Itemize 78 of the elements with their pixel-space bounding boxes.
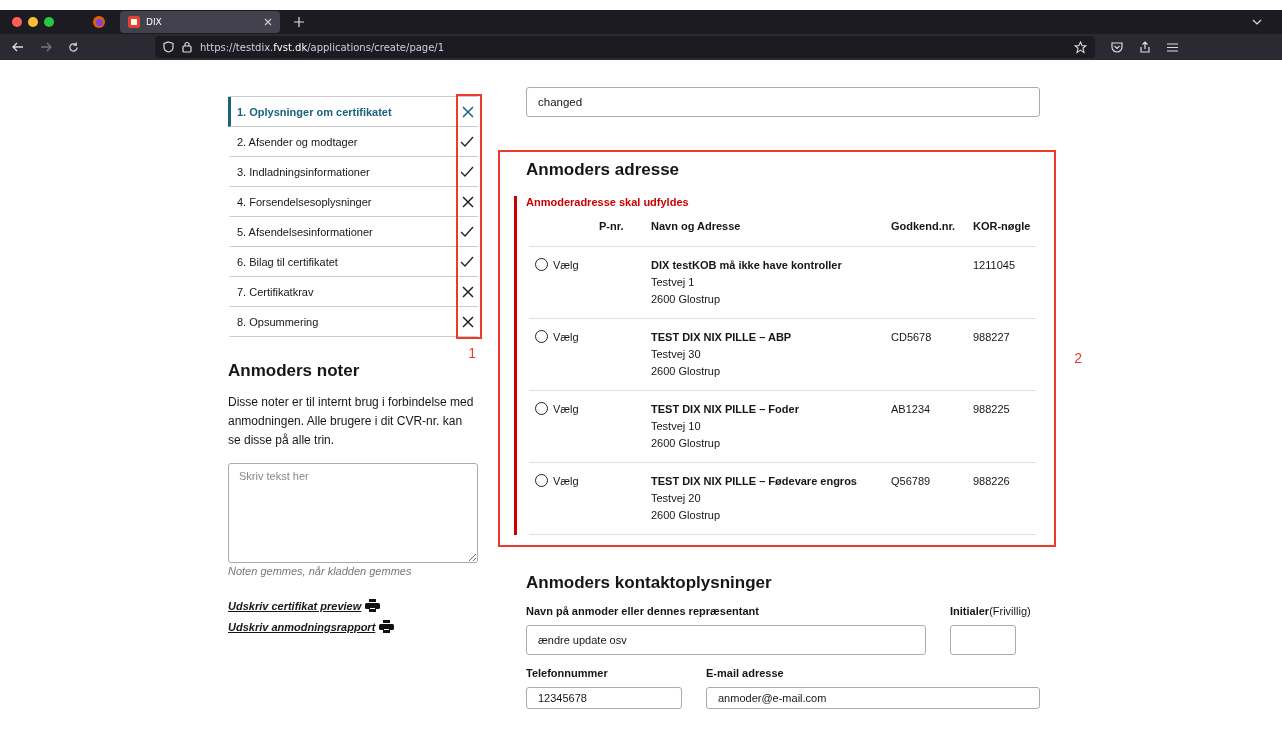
tab-title: DIX bbox=[146, 17, 162, 27]
radio-option[interactable]: Vælg bbox=[529, 257, 599, 273]
lock-icon bbox=[182, 41, 192, 53]
postal-city: 2600 Glostrup bbox=[651, 364, 722, 379]
table-cell: Q56789 bbox=[891, 475, 931, 487]
field-label: Initialer(Frivillig) bbox=[950, 605, 1032, 617]
step-item[interactable]: 1. Oplysninger om certifikatet bbox=[228, 97, 478, 127]
street-address: Testvej 20 bbox=[651, 491, 702, 506]
menu-icon[interactable] bbox=[1167, 42, 1178, 52]
browser-tab[interactable]: DIX bbox=[120, 11, 280, 33]
address-bar[interactable]: https://testdix.fvst.dk/applications/create/page/1 bbox=[155, 36, 1095, 58]
section-heading: Anmoders adresse bbox=[526, 160, 681, 180]
chevron-down-icon[interactable] bbox=[1252, 19, 1262, 25]
company-name: TEST DIX NIX PILLE – Fødevare engros bbox=[651, 474, 858, 489]
postal-city: 2600 Glostrup bbox=[651, 436, 722, 451]
step-item[interactable]: 3. Indladningsinformationer bbox=[228, 157, 478, 187]
forward-arrow-icon[interactable] bbox=[40, 42, 52, 52]
annotation-number: 1 bbox=[467, 345, 477, 361]
shield-icon bbox=[163, 41, 174, 53]
field-label: Telefonnummer bbox=[526, 667, 609, 679]
back-arrow-icon[interactable] bbox=[12, 42, 24, 52]
printer-icon[interactable] bbox=[379, 620, 395, 633]
notes-hint: Noten gemmes, når kladden gemmes bbox=[228, 565, 413, 577]
step-item[interactable]: 2. Afsender og modtager bbox=[228, 127, 478, 157]
share-icon[interactable] bbox=[1139, 41, 1151, 53]
pocket-icon[interactable] bbox=[1111, 41, 1123, 53]
close-window-button[interactable] bbox=[12, 17, 22, 27]
section-heading: Anmoders noter bbox=[228, 361, 361, 381]
company-name: DIX testKOB må ikke have kontroller bbox=[651, 258, 843, 273]
print-link[interactable]: Udskriv anmodningsrapport bbox=[228, 620, 376, 633]
notes-description: Disse noter er til internt brug i forbindelse med anmodningen. Alle brugere i dit CVR-nr. kan se disse på alle trin. bbox=[228, 394, 475, 449]
error-message: Anmoderadresse skal udfyldes bbox=[526, 196, 690, 208]
company-name: TEST DIX NIX PILLE – Foder bbox=[651, 402, 800, 417]
field-label: E-mail adresse bbox=[706, 667, 785, 679]
step-item[interactable]: 6. Bilag til certifikatet bbox=[228, 247, 478, 277]
step-item[interactable]: 5. Afsendelsesinformationer bbox=[228, 217, 478, 247]
step-item[interactable]: 4. Forsendelsesoplysninger bbox=[228, 187, 478, 217]
table-cell: AB1234 bbox=[891, 403, 931, 415]
minimize-window-button[interactable] bbox=[28, 17, 38, 27]
field-label: Navn på anmoder eller dennes repræsentant bbox=[526, 605, 760, 617]
annotation-number: 2 bbox=[1074, 350, 1082, 366]
browser-logo-icon bbox=[92, 15, 106, 29]
notes-textarea[interactable]: Skriv tekst her bbox=[228, 463, 478, 563]
step-item[interactable]: 8. Opsummering bbox=[228, 307, 478, 337]
phone-field[interactable]: 12345678 bbox=[526, 687, 682, 709]
postal-city: 2600 Glostrup bbox=[651, 508, 722, 523]
radio-option[interactable]: Vælg bbox=[529, 329, 599, 345]
street-address: Testvej 30 bbox=[651, 347, 702, 362]
close-icon[interactable] bbox=[264, 18, 272, 26]
site-favicon-icon bbox=[128, 16, 140, 28]
column-header: Navn og Adresse bbox=[651, 220, 742, 232]
step-item[interactable]: 7. Certifikatkrav bbox=[228, 277, 478, 307]
reference-number-field[interactable]: changed bbox=[526, 87, 1040, 117]
company-name: TEST DIX NIX PILLE – ABP bbox=[651, 330, 793, 345]
postal-city: 2600 Glostrup bbox=[651, 292, 722, 307]
table-cell: 988226 bbox=[973, 475, 1010, 487]
street-address: Testvej 10 bbox=[651, 419, 702, 434]
email-field[interactable]: anmoder@e-mail.com bbox=[706, 687, 1040, 709]
reload-icon[interactable] bbox=[68, 41, 79, 53]
table-cell: 988225 bbox=[973, 403, 1010, 415]
column-header: Godkend.nr. bbox=[891, 220, 957, 232]
plus-icon[interactable] bbox=[294, 17, 304, 27]
maximize-window-button[interactable] bbox=[44, 17, 54, 27]
table-cell: CD5678 bbox=[891, 331, 932, 343]
name-field[interactable]: ændre update osv bbox=[526, 625, 926, 655]
radio-option[interactable]: Vælg bbox=[529, 473, 599, 489]
initials-field[interactable] bbox=[950, 625, 1016, 655]
column-header: P-nr. bbox=[599, 220, 625, 232]
printer-icon[interactable] bbox=[365, 599, 381, 612]
radio-option[interactable]: Vælg bbox=[529, 401, 599, 417]
street-address: Testvej 1 bbox=[651, 275, 696, 290]
table-cell: 988227 bbox=[973, 331, 1010, 343]
star-icon[interactable] bbox=[1074, 40, 1087, 54]
table-cell: 1211045 bbox=[973, 259, 1015, 271]
print-link[interactable]: Udskriv certifikat preview bbox=[228, 599, 362, 612]
column-header: KOR-nøgle bbox=[973, 220, 1032, 232]
section-heading: Anmoders kontaktoplysninger bbox=[526, 573, 773, 593]
url-text: https://testdix.fvst.dk/applications/create/page/1 bbox=[200, 41, 445, 53]
